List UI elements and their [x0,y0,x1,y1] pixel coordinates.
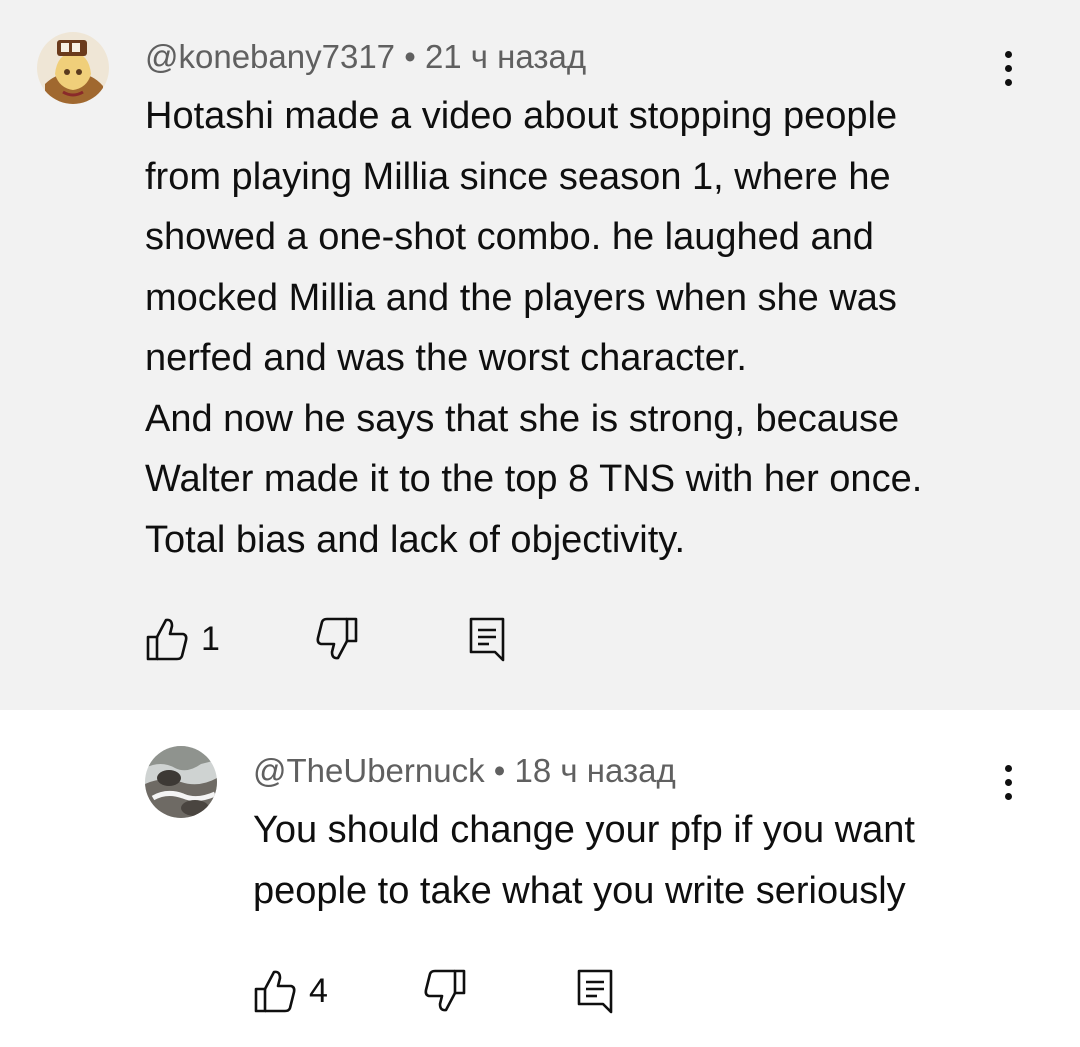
more-vert-icon-dot [1004,778,1012,786]
comment-parent: @konebany7317 • 21 ч назад Hotashi made … [0,0,1080,710]
author-name[interactable]: @konebany7317 [145,38,395,75]
comment-text-line: You should change your pfp if you want [253,809,915,851]
comment-text-line: mocked Millia and the players when she w… [145,276,897,319]
comment-text-line: Walter made it to the top 8 TNS with her… [145,458,923,500]
comment-text-line: showed a one-shot combo. he laughed and [145,216,874,258]
comment-text-line: Total bias and lack of objectivity. [145,518,686,561]
like-count: 4 [309,972,328,1010]
author-name[interactable]: @TheUbernuck [253,752,485,789]
more-options-button[interactable] [988,752,1028,812]
comment-text-line: people to take what you write seriously [253,869,906,912]
more-vert-icon [1004,764,1012,772]
more-options-button[interactable] [988,38,1028,98]
more-vert-icon-dot [1004,792,1012,800]
meta-separator: • [404,38,416,75]
more-vert-icon-dot [1004,64,1012,72]
reply-comment-icon [577,969,613,1014]
like-button[interactable]: 1 [145,614,220,664]
comment-meta: @konebany7317 • 21 ч назад [145,37,586,77]
like-button[interactable]: 4 [253,966,328,1016]
more-vert-icon-dot [1004,78,1012,86]
meta-separator: • [493,752,506,789]
comment-text-line: from playing Millia since season 1, wher… [145,155,891,198]
comment-reply: @TheUbernuck • 18 ч назад You should cha… [0,710,1080,1047]
thumb-up-icon [254,970,296,1013]
thumb-down-icon [316,617,358,660]
comment-text-line: nerfed and was the worst character. [145,337,747,379]
comment-text: Hotashi made a video about stopping peop… [145,86,922,570]
dislike-button[interactable] [423,966,467,1016]
comment-actions: 4 [253,966,653,1016]
avatar[interactable] [37,32,109,104]
avatar[interactable] [145,746,217,818]
comment-actions: 1 [145,614,545,664]
thumb-up-icon [146,618,188,661]
reply-button[interactable] [575,966,615,1016]
comment-text-line: Hotashi made a video about stopping peop… [145,95,898,137]
thumb-down-icon [424,969,466,1012]
timestamp[interactable]: 18 ч назад [515,752,676,789]
comment-meta: @TheUbernuck • 18 ч назад [253,751,676,791]
reply-button[interactable] [467,614,507,664]
comment-text-line: And now he says that she is strong, beca… [145,397,900,440]
more-vert-icon [1004,50,1012,58]
reply-comment-icon [469,617,505,662]
comment-text: You should change your pfp if you want p… [253,800,915,921]
dislike-button[interactable] [315,614,359,664]
timestamp[interactable]: 21 ч назад [425,38,586,75]
like-count: 1 [201,620,220,658]
